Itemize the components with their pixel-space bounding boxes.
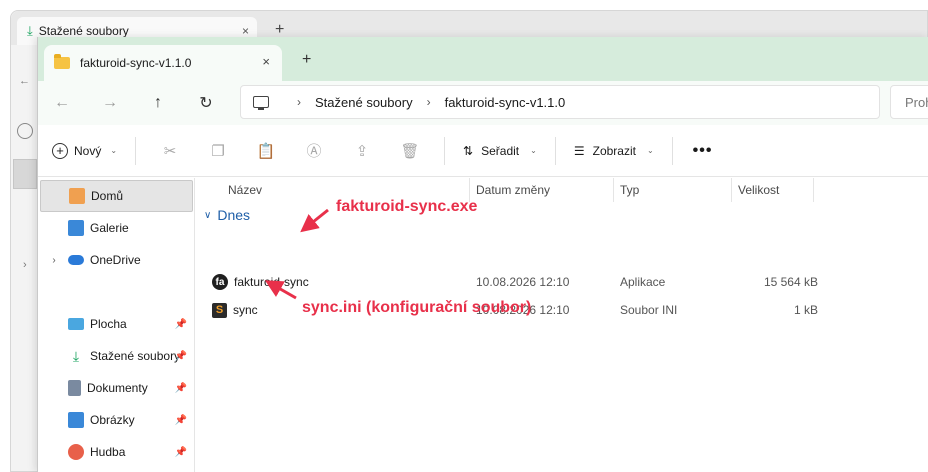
annotation-ini: sync.ini (konfigurační soubor) xyxy=(302,299,532,316)
annotation-exe: fakturoid-sync.exe xyxy=(336,198,478,215)
annotation-arrows xyxy=(264,208,329,300)
arrow-to-exe xyxy=(300,208,329,233)
arrow-to-ini xyxy=(264,280,297,300)
